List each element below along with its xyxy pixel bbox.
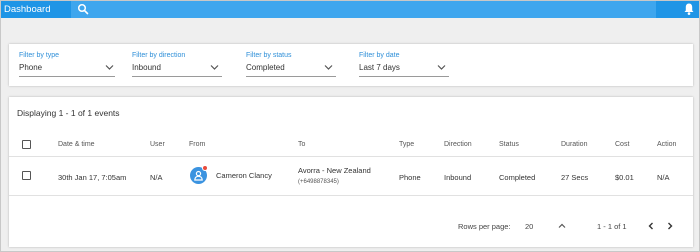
filter-status-underline [246,76,336,77]
filter-type-underline [19,76,115,77]
status-dot [202,165,208,171]
rows-per-page-label: Rows per page: [458,222,511,231]
cell-status: Completed [499,173,536,182]
filter-direction[interactable]: Filter by direction Inbound [132,52,222,80]
column-header-from[interactable]: From [189,141,205,148]
filter-date-value[interactable]: Last 7 days [359,63,400,72]
filter-direction-label: Filter by direction [132,52,186,59]
cell-action: N/A [657,173,670,182]
header-divider [9,156,693,157]
events-panel: Displaying 1 - 1 of 1 events Date & time… [9,97,693,247]
top-bar: Dashboard [1,1,699,18]
cell-to-number: (+6498878345) [298,179,339,185]
search-bar[interactable] [71,1,656,18]
search-icon[interactable] [77,3,89,15]
filter-status-label: Filter by status [246,52,292,59]
column-header-user[interactable]: User [150,141,165,148]
chevron-right-icon[interactable] [666,222,674,230]
cell-from: Cameron Clancy [216,171,272,180]
events-summary: Displaying 1 - 1 of 1 events [17,108,120,118]
column-header-cost[interactable]: Cost [615,141,629,148]
chevron-down-icon[interactable] [105,64,114,71]
filter-type-label: Filter by type [19,52,60,59]
rows-per-page-select[interactable]: 20 [525,222,533,231]
cell-cost: $0.01 [615,173,634,182]
cell-user: N/A [150,173,163,182]
filter-type[interactable]: Filter by type Phone [19,52,115,80]
app-frame: Dashboard Filter by type Phone Filter by… [0,0,700,252]
select-all-checkbox[interactable] [22,140,31,149]
row-divider [9,195,693,196]
user-icon [194,170,203,181]
column-header-status[interactable]: Status [499,141,519,148]
bell-icon[interactable] [683,2,695,16]
column-header-action[interactable]: Action [657,141,676,148]
chevron-down-icon[interactable] [324,64,333,71]
column-header-datetime[interactable]: Date & time [58,141,95,148]
search-input[interactable] [93,3,648,16]
chevron-up-icon[interactable] [558,222,566,230]
cell-direction: Inbound [444,173,472,182]
column-header-type[interactable]: Type [399,141,414,148]
column-header-duration[interactable]: Duration [561,141,587,148]
cell-to: Avorra - New Zealand [298,166,371,175]
row-checkbox[interactable] [22,171,31,180]
cell-datetime: 30th Jan 17, 7:05am [58,173,127,182]
filter-direction-value[interactable]: Inbound [132,63,161,72]
chevron-down-icon[interactable] [437,64,446,71]
filter-status-value[interactable]: Completed [246,63,285,72]
filter-type-value[interactable]: Phone [19,63,42,72]
filter-status[interactable]: Filter by status Completed [246,52,336,80]
filter-direction-underline [132,76,222,77]
page-title: Dashboard [4,4,51,15]
cell-type: Phone [399,173,421,182]
filters-panel: Filter by type Phone Filter by direction… [9,44,693,86]
filter-date-label: Filter by date [359,52,400,59]
filter-date[interactable]: Filter by date Last 7 days [359,52,449,80]
chevron-down-icon[interactable] [210,64,219,71]
filter-date-underline [359,76,449,77]
chevron-left-icon[interactable] [647,222,655,230]
cell-duration: 27 Secs [561,173,589,182]
column-header-to[interactable]: To [298,141,305,148]
page-range: 1 - 1 of 1 [597,222,627,231]
column-header-direction[interactable]: Direction [444,141,472,148]
